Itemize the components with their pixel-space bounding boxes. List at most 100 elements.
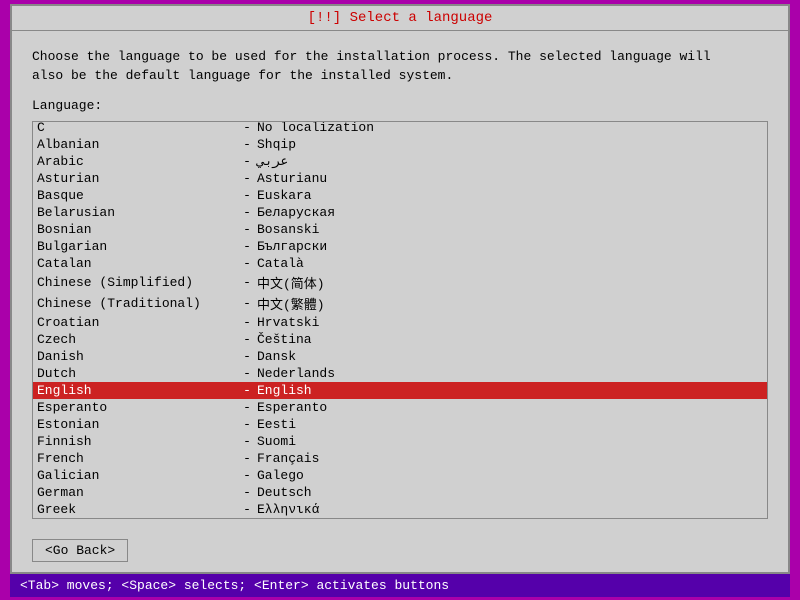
list-item[interactable]: Basque-Euskara — [33, 187, 767, 204]
status-bar: <Tab> moves; <Space> selects; <Enter> ac… — [10, 574, 790, 597]
list-item[interactable]: Catalan-Català — [33, 255, 767, 272]
lang-native: English — [257, 383, 312, 398]
lang-name: Asturian — [37, 171, 237, 186]
lang-name: Arabic — [37, 154, 237, 169]
lang-native: Shqip — [257, 137, 296, 152]
list-item[interactable]: C-No localization — [33, 122, 767, 136]
lang-native: 中文(简体) — [257, 273, 325, 292]
list-item[interactable]: Belarusian-Беларуская — [33, 204, 767, 221]
content-area: Choose the language to be used for the i… — [12, 31, 788, 529]
list-item[interactable]: French-Français — [33, 450, 767, 467]
lang-native: Ελληνικά — [257, 502, 319, 517]
lang-separator: - — [237, 451, 257, 466]
lang-native: Dansk — [257, 349, 296, 364]
lang-native: Galego — [257, 468, 304, 483]
lang-name: Bulgarian — [37, 239, 237, 254]
language-label: Language: — [32, 98, 768, 113]
lang-name: Esperanto — [37, 400, 237, 415]
description: Choose the language to be used for the i… — [32, 47, 768, 86]
lang-name: Basque — [37, 188, 237, 203]
lang-native: Asturianu — [257, 171, 327, 186]
list-item[interactable]: Bosnian-Bosanski — [33, 221, 767, 238]
lang-separator: - — [237, 296, 257, 311]
lang-separator: - — [237, 315, 257, 330]
lang-separator: - — [237, 468, 257, 483]
lang-name: Belarusian — [37, 205, 237, 220]
lang-name: Catalan — [37, 256, 237, 271]
list-item[interactable]: Danish-Dansk — [33, 348, 767, 365]
lang-native: Nederlands — [257, 366, 335, 381]
list-item[interactable]: English-English — [33, 382, 767, 399]
lang-separator: - — [237, 366, 257, 381]
lang-separator: - — [237, 502, 257, 517]
lang-native: Català — [257, 256, 304, 271]
lang-separator: - — [237, 256, 257, 271]
lang-separator: - — [237, 239, 257, 254]
lang-native: Suomi — [257, 434, 296, 449]
list-item[interactable]: Arabic-عربي — [33, 153, 767, 170]
lang-name: Chinese (Simplified) — [37, 275, 237, 290]
lang-name: Dutch — [37, 366, 237, 381]
list-item[interactable]: Dutch-Nederlands — [33, 365, 767, 382]
description-line1: Choose the language to be used for the i… — [32, 49, 711, 64]
lang-name: Czech — [37, 332, 237, 347]
list-item[interactable]: Greek-Ελληνικά — [33, 501, 767, 518]
lang-native: Deutsch — [257, 485, 312, 500]
list-item[interactable]: Bulgarian-Български — [33, 238, 767, 255]
list-item[interactable]: Chinese (Traditional)-中文(繁體) — [33, 293, 767, 314]
lang-name: Galician — [37, 468, 237, 483]
lang-native: 中文(繁體) — [257, 294, 325, 313]
lang-name: French — [37, 451, 237, 466]
lang-native: Hrvatski — [257, 315, 319, 330]
go-back-button[interactable]: <Go Back> — [32, 539, 128, 562]
lang-native: Français — [257, 451, 319, 466]
list-item[interactable]: Finnish-Suomi — [33, 433, 767, 450]
lang-native: Čeština — [257, 332, 312, 347]
list-item[interactable]: Estonian-Eesti — [33, 416, 767, 433]
language-list[interactable]: C-No localizationAlbanian-ShqipArabic-عر… — [33, 122, 767, 518]
description-line2: also be the default language for the ins… — [32, 68, 453, 83]
lang-native: عربي — [257, 154, 288, 169]
lang-separator: - — [237, 485, 257, 500]
status-text: <Tab> moves; <Space> selects; <Enter> ac… — [20, 578, 449, 593]
list-item[interactable]: Galician-Galego — [33, 467, 767, 484]
lang-name: Greek — [37, 502, 237, 517]
main-window: [!!] Select a language Choose the langua… — [10, 4, 790, 574]
lang-name: Croatian — [37, 315, 237, 330]
lang-native: Беларуская — [257, 205, 335, 220]
lang-separator: - — [237, 349, 257, 364]
lang-native: Български — [257, 239, 327, 254]
lang-name: English — [37, 383, 237, 398]
lang-separator: - — [237, 434, 257, 449]
button-area: <Go Back> — [12, 529, 788, 572]
lang-native: Esperanto — [257, 400, 327, 415]
list-item[interactable]: German-Deutsch — [33, 484, 767, 501]
list-item[interactable]: Esperanto-Esperanto — [33, 399, 767, 416]
lang-separator: - — [237, 222, 257, 237]
lang-separator: - — [237, 188, 257, 203]
list-item[interactable]: Chinese (Simplified)-中文(简体) — [33, 272, 767, 293]
lang-separator: - — [237, 137, 257, 152]
lang-separator: - — [237, 383, 257, 398]
lang-separator: - — [237, 332, 257, 347]
lang-name: German — [37, 485, 237, 500]
list-item[interactable]: Asturian-Asturianu — [33, 170, 767, 187]
lang-name: Chinese (Traditional) — [37, 296, 237, 311]
lang-name: Bosnian — [37, 222, 237, 237]
title-bar: [!!] Select a language — [12, 6, 788, 31]
lang-name: C — [37, 122, 237, 135]
list-item[interactable]: Croatian-Hrvatski — [33, 314, 767, 331]
window-title: [!!] Select a language — [308, 10, 493, 26]
lang-separator: - — [237, 400, 257, 415]
lang-native: Bosanski — [257, 222, 319, 237]
lang-separator: - — [237, 154, 257, 169]
lang-name: Estonian — [37, 417, 237, 432]
lang-native: Euskara — [257, 188, 312, 203]
lang-separator: - — [237, 275, 257, 290]
list-item[interactable]: Czech-Čeština — [33, 331, 767, 348]
lang-name: Albanian — [37, 137, 237, 152]
lang-separator: - — [237, 171, 257, 186]
language-list-container: C-No localizationAlbanian-ShqipArabic-عر… — [32, 121, 768, 519]
lang-native: No localization — [257, 122, 374, 135]
list-item[interactable]: Albanian-Shqip — [33, 136, 767, 153]
